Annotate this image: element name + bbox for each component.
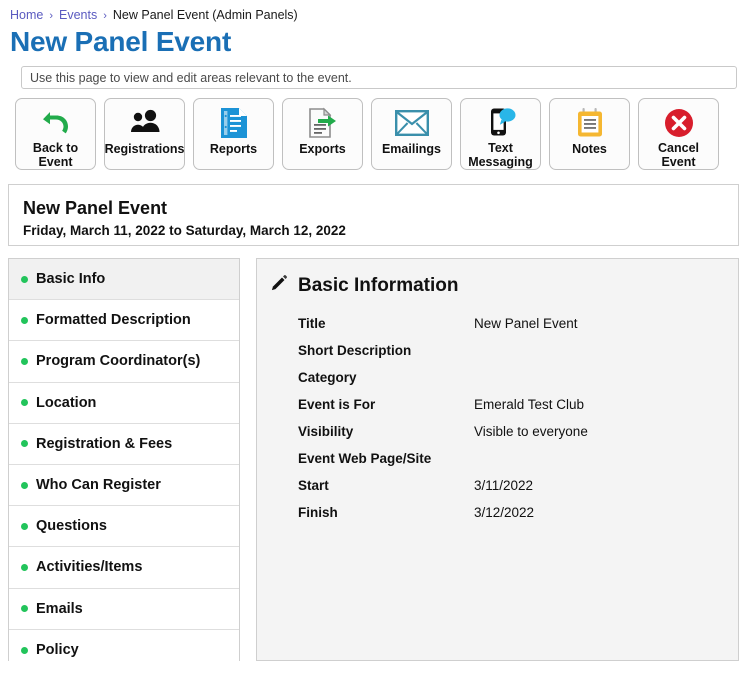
help-text-bar: Use this page to view and edit areas rel… — [21, 66, 737, 89]
sidebar-item-label: Emails — [36, 600, 83, 617]
panel-header: Basic Information — [269, 273, 738, 298]
event-date-range: Friday, March 11, 2022 to Saturday, Marc… — [23, 223, 346, 238]
sidebar-item-label: Who Can Register — [36, 477, 161, 494]
sidebar-item-label: Program Coordinator(s) — [36, 353, 201, 370]
event-header-card: New Panel Event Friday, March 11, 2022 t… — [8, 184, 739, 246]
sidebar-item-label: Questions — [36, 518, 107, 535]
sidebar-item-location[interactable]: Location — [9, 382, 239, 424]
breadcrumb-item-home[interactable]: Home — [10, 8, 43, 22]
sidebar-item-label: Activities/Items — [36, 559, 143, 576]
sidebar-item-label: Policy — [36, 642, 79, 659]
sidebar-item-basic-info[interactable]: Basic Info — [9, 259, 239, 301]
envelope-icon — [394, 106, 429, 140]
toolbar-button-label: Text Messaging — [468, 141, 533, 169]
page-title: New Panel Event — [10, 26, 232, 57]
event-name: New Panel Event — [23, 198, 168, 218]
status-dot-icon — [21, 275, 28, 283]
toolbar-button-registrations[interactable]: Registrations — [104, 98, 185, 170]
sidebar-item-label: Registration & Fees — [36, 435, 173, 452]
status-dot-icon — [21, 357, 28, 365]
toolbar-button-label: Cancel Event — [658, 141, 699, 169]
sidebar-item-policy[interactable]: Policy — [9, 629, 239, 671]
main-content: Basic Info Formatted Description Program C… — [0, 246, 747, 671]
field-label: Title — [298, 316, 326, 331]
two-people-icon — [128, 106, 162, 140]
red-x-circle-icon — [664, 106, 694, 139]
field-value: New Panel Event — [474, 316, 578, 331]
toolbar-button-label: Reports — [209, 142, 258, 156]
status-dot-icon — [21, 399, 28, 407]
field-row: Finish 3/12/2022 — [269, 499, 738, 526]
section-sidebar: Basic Info Formatted Description Program C… — [8, 258, 240, 671]
toolbar-button-emailings[interactable]: Emailings — [371, 98, 452, 170]
sidebar-item-who-can-register[interactable]: Who Can Register — [9, 464, 239, 507]
blue-document-icon — [220, 106, 248, 140]
field-label: Start — [298, 478, 329, 493]
status-dot-icon — [21, 646, 28, 654]
notepad-icon — [576, 106, 604, 140]
toolbar-button-label: Registrations — [104, 142, 185, 156]
sidebar-item-emails[interactable]: Emails — [9, 588, 239, 630]
pencil-icon[interactable] — [269, 273, 289, 298]
field-label: Finish — [298, 505, 338, 520]
sidebar-item-label: Formatted Description — [36, 312, 191, 329]
field-value: 3/11/2022 — [474, 478, 534, 493]
panel-title: Basic Information — [298, 274, 459, 296]
sidebar-item-formatted-description[interactable]: Formatted Description — [9, 300, 239, 342]
sidebar-item-registration-fees[interactable]: Registration & Fees — [9, 423, 239, 465]
basic-information-panel: Basic Information Title New Panel Event Sh… — [256, 258, 739, 661]
status-dot-icon — [21, 563, 28, 571]
status-dot-icon — [21, 481, 28, 489]
phone-chat-bubble-icon — [486, 106, 516, 139]
field-row: Visibility Visible to everyone — [269, 418, 738, 445]
field-value: Emerald Test Club — [474, 397, 585, 412]
field-row: Title New Panel Event — [269, 310, 738, 337]
toolbar-button-back-to-event[interactable]: Back to Event — [15, 98, 96, 170]
field-label: Short Description — [298, 343, 412, 358]
field-label: Category — [298, 370, 357, 385]
document-export-arrow-icon — [308, 106, 338, 140]
field-label: Event is For — [298, 397, 376, 412]
toolbar-button-cancel-event[interactable]: Cancel Event — [638, 98, 719, 170]
sidebar-item-program-coordinator-s[interactable]: Program Coordinator(s) — [9, 341, 239, 383]
field-row: Start 3/11/2022 — [269, 472, 738, 499]
field-list: Title New Panel Event Short Description Cat… — [269, 310, 738, 526]
sidebar-item-label: Location — [36, 394, 97, 411]
undo-arrow-icon — [40, 106, 72, 139]
toolbar-button-exports[interactable]: Exports — [282, 98, 363, 170]
field-value: 3/12/2022 — [474, 505, 535, 520]
field-label: Visibility — [298, 424, 354, 439]
sidebar-item-label: Basic Info — [36, 271, 106, 288]
field-value: Visible to everyone — [474, 424, 588, 439]
field-row: Short Description — [269, 337, 738, 364]
toolbar-button-label: Exports — [299, 142, 346, 156]
toolbar-button-label: Emailings — [381, 142, 442, 156]
status-dot-icon — [21, 522, 28, 530]
field-row: Event Web Page/Site — [269, 445, 738, 472]
field-row: Event is For Emerald Test Club — [269, 391, 738, 418]
breadcrumb-separator: › — [103, 10, 107, 22]
toolbar-button-reports[interactable]: Reports — [193, 98, 274, 170]
toolbar-button-text-messaging[interactable]: Text Messaging — [460, 98, 541, 170]
toolbar-button-notes[interactable]: Notes — [549, 98, 630, 170]
breadcrumb-item-new-panel-event-admin-panels: New Panel Event (Admin Panels) — [112, 8, 298, 22]
toolbar-button-label: Back to Event — [32, 141, 79, 169]
status-dot-icon — [21, 605, 28, 613]
toolbar-button-label: Notes — [572, 142, 607, 156]
action-toolbar: Back to Event Registrations Reports Exports… — [0, 89, 747, 170]
status-dot-icon — [21, 440, 28, 448]
field-label: Event Web Page/Site — [298, 451, 432, 466]
sidebar-item-questions[interactable]: Questions — [9, 506, 239, 548]
field-row: Category — [269, 364, 738, 391]
breadcrumb: Home › Events › New Panel Event (Admin Panel… — [0, 0, 747, 24]
breadcrumb-item-events[interactable]: Events — [59, 8, 97, 22]
breadcrumb-separator: › — [49, 10, 54, 22]
sidebar-item-activities-items[interactable]: Activities/Items — [9, 547, 239, 589]
status-dot-icon — [21, 316, 28, 324]
